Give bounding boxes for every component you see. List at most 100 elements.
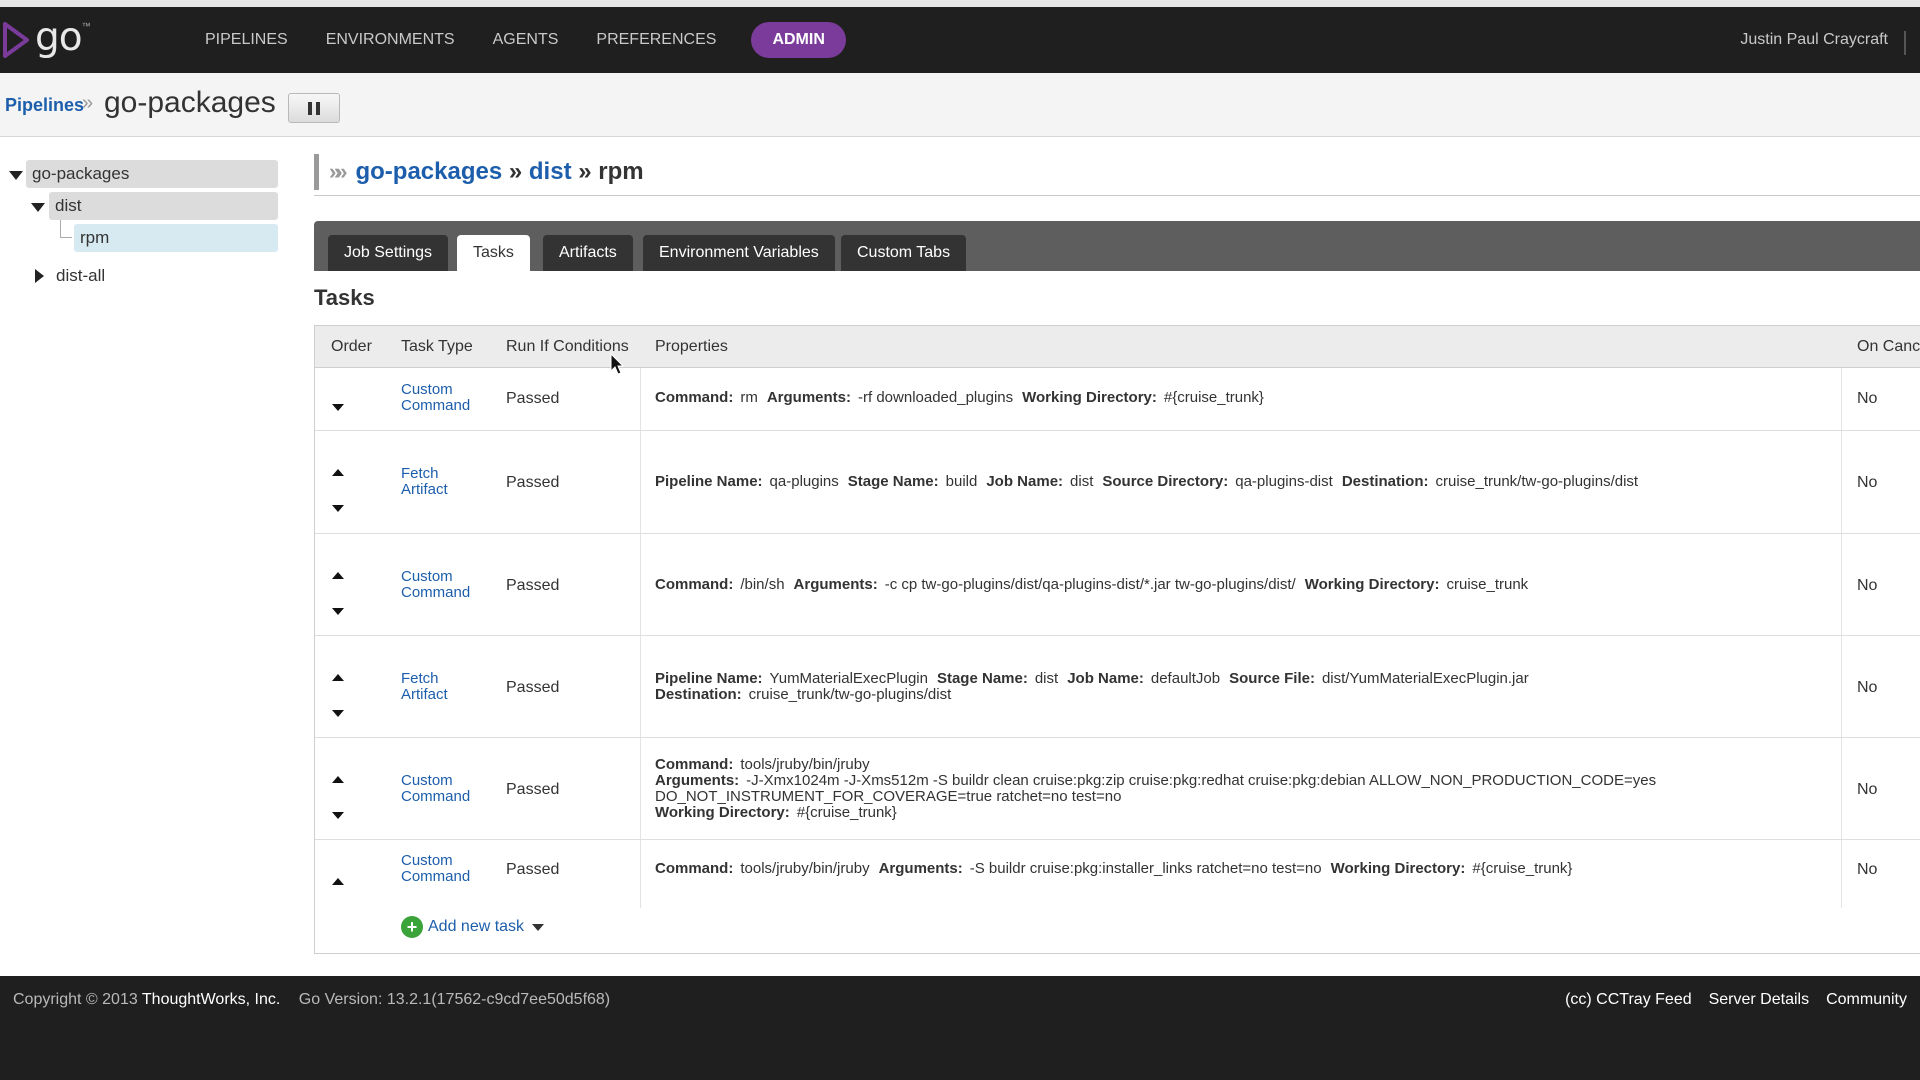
move-up-arrow-icon[interactable] — [332, 469, 344, 476]
top-navigation-bar: go ™ PIPELINES ENVIRONMENTS AGENTS PREFE… — [0, 7, 1920, 73]
table-row: Fetch Artifact Passed Pipeline Name: YumMa… — [315, 636, 1920, 738]
on-cancel-value: No — [1857, 474, 1878, 491]
logo-text: go — [35, 14, 83, 60]
run-if-value: Passed — [506, 390, 560, 407]
tree-item-stage-dist-all[interactable]: dist-all — [50, 262, 278, 290]
server-details-link[interactable]: Server Details — [1709, 991, 1809, 1009]
task-type-link[interactable]: Custom Command — [401, 773, 491, 805]
footer-links: (cc) CCTray Feed Server Details Communit… — [1548, 991, 1907, 1009]
section-title: Tasks — [314, 285, 375, 310]
title-divider — [314, 195, 1920, 196]
tab-tasks[interactable]: Tasks — [457, 235, 530, 271]
move-up-arrow-icon[interactable] — [332, 572, 344, 579]
collapse-pipeline-icon[interactable] — [9, 171, 23, 180]
collapse-stage-icon[interactable] — [31, 203, 45, 212]
run-if-value: Passed — [506, 474, 560, 491]
cctray-feed-link[interactable]: (cc) CCTray Feed — [1565, 991, 1692, 1009]
tree-item-pipeline[interactable]: go-packages — [26, 160, 278, 188]
tab-job-settings[interactable]: Job Settings — [328, 235, 449, 271]
nav-agents[interactable]: AGENTS — [474, 22, 578, 58]
task-type-link[interactable]: Custom Command — [401, 853, 491, 885]
job-tabs: Job Settings Tasks Artifacts Environment… — [314, 221, 1920, 271]
on-cancel-value: No — [1857, 577, 1878, 594]
nav-pipelines[interactable]: PIPELINES — [186, 22, 307, 58]
breadcrumb-separator: » — [82, 92, 94, 114]
title-stage-link[interactable]: dist — [529, 158, 572, 185]
tab-environment-variables[interactable]: Environment Variables — [643, 235, 835, 271]
task-properties: Command:/bin/sh Arguments: -c cp tw-go-plu… — [655, 576, 1529, 593]
window-top-strip — [0, 0, 1920, 7]
job-title-text: go-packages » dist » rpm — [355, 158, 644, 185]
go-logo[interactable]: go ™ — [2, 14, 91, 63]
move-up-arrow-icon[interactable] — [332, 674, 344, 681]
task-properties: Command: tools/jruby/bin/jruby Arguments:… — [655, 756, 1657, 821]
run-if-value: Passed — [506, 861, 560, 878]
main-nav: PIPELINES ENVIRONMENTS AGENTS PREFERENCE… — [186, 22, 846, 58]
on-cancel-value: No — [1857, 781, 1878, 798]
header-properties: Properties — [655, 338, 728, 355]
go-version: Go Version: 13.2.1(17562-c9cd7ee50d5f68) — [298, 991, 611, 1008]
move-up-arrow-icon[interactable] — [332, 776, 344, 783]
breadcrumb-pipelines-link[interactable]: Pipelines — [5, 95, 84, 116]
pause-icon — [308, 101, 312, 115]
table-header: Order Task Type Run If Conditions Proper… — [315, 326, 1920, 368]
task-type-link[interactable]: Fetch Artifact — [401, 466, 491, 498]
tab-artifacts[interactable]: Artifacts — [543, 235, 633, 271]
table-row: Custom Command Passed Command: tools/jruby… — [315, 738, 1920, 840]
tree-item-job-rpm[interactable]: rpm — [74, 224, 278, 252]
task-properties: Pipeline Name: qa-plugins Stage Name: build… — [655, 473, 1639, 490]
job-title: »» go-packages » dist » rpm — [314, 152, 644, 192]
tree-item-stage-dist[interactable]: dist — [49, 192, 278, 220]
move-down-arrow-icon[interactable] — [332, 505, 344, 512]
on-cancel-value: No — [1857, 861, 1878, 878]
copyright-text: Copyright © 2013 — [13, 991, 138, 1008]
title-accent-bar — [314, 154, 319, 190]
tree-connector — [60, 220, 72, 238]
current-user[interactable]: Justin Paul Craycraft — [1740, 31, 1888, 49]
community-link[interactable]: Community — [1826, 991, 1907, 1009]
task-properties: Pipeline Name: YumMaterialExecPlugin Stage… — [655, 670, 1529, 703]
pause-pipeline-button[interactable] — [288, 93, 340, 123]
expand-stage-icon[interactable] — [35, 269, 44, 283]
run-if-value: Passed — [506, 577, 560, 594]
chevron-down-icon[interactable] — [532, 923, 545, 931]
tab-custom-tabs[interactable]: Custom Tabs — [841, 235, 967, 271]
header-order: Order — [331, 338, 372, 355]
title-job: rpm — [598, 158, 644, 185]
header-task-type: Task Type — [401, 338, 473, 355]
mouse-pointer-icon — [610, 353, 625, 375]
task-type-link[interactable]: Fetch Artifact — [401, 671, 491, 703]
logo-trademark: ™ — [81, 21, 91, 31]
move-up-arrow-icon[interactable] — [332, 878, 344, 885]
run-if-value: Passed — [506, 781, 560, 798]
move-down-arrow-icon[interactable] — [332, 710, 344, 717]
run-if-value: Passed — [506, 679, 560, 696]
move-down-arrow-icon[interactable] — [332, 608, 344, 615]
title-pipeline-link[interactable]: go-packages — [355, 158, 502, 185]
page-subheader: Pipelines » go-packages — [0, 73, 1920, 137]
add-new-task-button[interactable]: + Add new task — [401, 916, 545, 938]
header-on-cancel: On Canc — [1857, 338, 1920, 355]
task-type-link[interactable]: Custom Command — [401, 569, 491, 601]
page-title: go-packages — [104, 86, 276, 119]
nav-admin[interactable]: ADMIN — [751, 22, 846, 58]
go-logo-icon — [3, 22, 29, 58]
move-down-arrow-icon[interactable] — [332, 812, 344, 819]
task-properties: Command: rm Arguments: -rf downloaded_plugi… — [655, 389, 1264, 406]
footer-info: Copyright © 2013 ThoughtWorks, Inc. Go V… — [13, 991, 610, 1009]
table-row: Fetch Artifact Passed Pipeline Name: qa-pl… — [315, 431, 1920, 534]
plus-icon: + — [401, 916, 423, 938]
tasks-table: Order Task Type Run If Conditions Proper… — [314, 325, 1920, 954]
table-row: Custom Command Passed Command: rm Arguments… — [315, 368, 1920, 431]
user-divider — [1904, 31, 1906, 55]
move-down-arrow-icon[interactable] — [332, 404, 344, 411]
nav-environments[interactable]: ENVIRONMENTS — [307, 22, 474, 58]
task-type-link[interactable]: Custom Command — [401, 382, 491, 414]
table-row: Custom Command Passed Command:/bin/sh Argu… — [315, 534, 1920, 636]
task-properties: Command: tools/jruby/bin/jruby Arguments: -… — [655, 860, 1573, 877]
on-cancel-value: No — [1857, 390, 1878, 407]
footer: Copyright © 2013 ThoughtWorks, Inc. Go V… — [0, 976, 1920, 1080]
chevrons-icon: »» — [329, 159, 348, 184]
nav-preferences[interactable]: PREFERENCES — [577, 22, 735, 58]
add-new-task-label: Add new task — [428, 918, 525, 935]
